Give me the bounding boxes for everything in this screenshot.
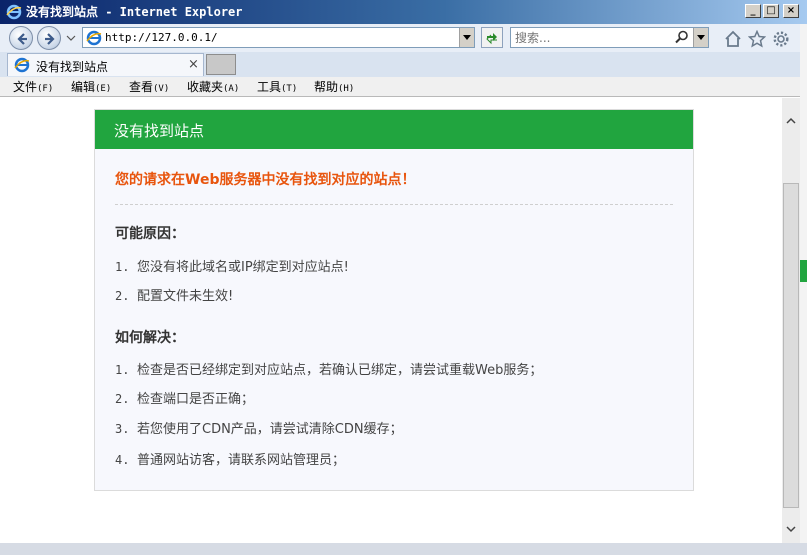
forward-arrow-icon — [45, 33, 55, 45]
list-item: 1. 检查是否已经绑定到对应站点，若确认已绑定，请尝试重载Web服务； — [115, 363, 543, 378]
vertical-scrollbar[interactable] — [782, 98, 800, 543]
chevron-down-icon — [697, 35, 705, 40]
search-icon[interactable] — [675, 30, 689, 44]
search-input[interactable] — [515, 29, 675, 46]
error-card: 没有找到站点 您的请求在Web服务器中没有找到对应的站点！ 可能原因： 1. 您没… — [94, 109, 694, 491]
back-button[interactable] — [9, 26, 33, 50]
error-message: 您的请求在Web服务器中没有找到对应的站点！ — [115, 172, 416, 188]
new-tab-button[interactable] — [206, 54, 236, 75]
address-bar[interactable] — [82, 27, 475, 48]
tab-close-button[interactable]: × — [188, 57, 199, 72]
back-arrow-icon — [17, 33, 27, 45]
menu-bar: 文件(F) 编辑(E) 查看(V) 收藏夹(A) 工具(T) 帮助(H) — [0, 77, 807, 97]
navigation-bar — [0, 24, 807, 52]
tab-label: 没有找到站点 — [36, 60, 109, 74]
tab-bar: 没有找到站点 × — [0, 52, 807, 77]
solutions-title: 如何解决： — [115, 330, 185, 346]
menu-help[interactable]: 帮助(H) — [314, 79, 354, 97]
maximize-button[interactable]: □ — [763, 4, 779, 18]
refresh-button[interactable] — [481, 27, 503, 48]
home-icon[interactable] — [724, 30, 742, 48]
menu-favorites[interactable]: 收藏夹(A) — [187, 79, 239, 97]
minimize-button[interactable]: _ — [745, 4, 761, 18]
list-item: 2. 配置文件未生效! — [115, 289, 234, 304]
search-dropdown-button[interactable] — [693, 28, 708, 47]
ie-logo-icon — [6, 4, 22, 20]
window-titlebar: 没有找到站点 - Internet Explorer _ □ × — [0, 0, 807, 24]
tab-active[interactable]: 没有找到站点 × — [7, 53, 204, 76]
close-button[interactable]: × — [783, 4, 799, 18]
background-window-accent — [800, 260, 807, 282]
list-item: 4. 普通网站访客，请联系网站管理员； — [115, 453, 346, 468]
card-header: 没有找到站点 — [95, 110, 693, 149]
search-box[interactable] — [510, 27, 709, 48]
chevron-down-icon — [463, 35, 471, 40]
refresh-icon — [486, 33, 497, 45]
divider — [115, 204, 673, 205]
forward-button[interactable] — [37, 26, 61, 50]
list-item: 3. 若您使用了CDN产品，请尝试清除CDN缓存； — [115, 422, 403, 437]
chevron-up-icon[interactable] — [786, 116, 796, 126]
scrollbar-thumb[interactable] — [783, 183, 799, 508]
address-dropdown-button[interactable] — [459, 28, 474, 47]
address-input[interactable] — [105, 29, 455, 46]
ie-logo-icon — [86, 30, 102, 46]
page-title: 没有找到站点 — [114, 122, 205, 140]
reasons-title: 可能原因： — [115, 226, 185, 242]
chevron-down-icon[interactable] — [786, 524, 796, 534]
status-strip — [0, 543, 807, 555]
list-item: 1. 您没有将此域名或IP绑定到对应站点! — [115, 260, 349, 275]
menu-view[interactable]: 查看(V) — [129, 79, 169, 97]
page-viewport: 没有找到站点 您的请求在Web服务器中没有找到对应的站点！ 可能原因： 1. 您没… — [0, 98, 782, 543]
list-item: 2. 检查端口是否正确； — [115, 392, 255, 407]
gear-icon[interactable] — [772, 30, 790, 48]
ie-logo-icon — [14, 57, 30, 73]
menu-edit[interactable]: 编辑(E) — [71, 79, 111, 97]
window-title: 没有找到站点 - Internet Explorer — [26, 5, 243, 19]
star-icon[interactable] — [748, 30, 766, 48]
menu-file[interactable]: 文件(F) — [13, 79, 53, 97]
background-window-edge — [800, 24, 807, 543]
history-dropdown-icon[interactable] — [66, 33, 76, 43]
menu-tools[interactable]: 工具(T) — [257, 79, 297, 97]
